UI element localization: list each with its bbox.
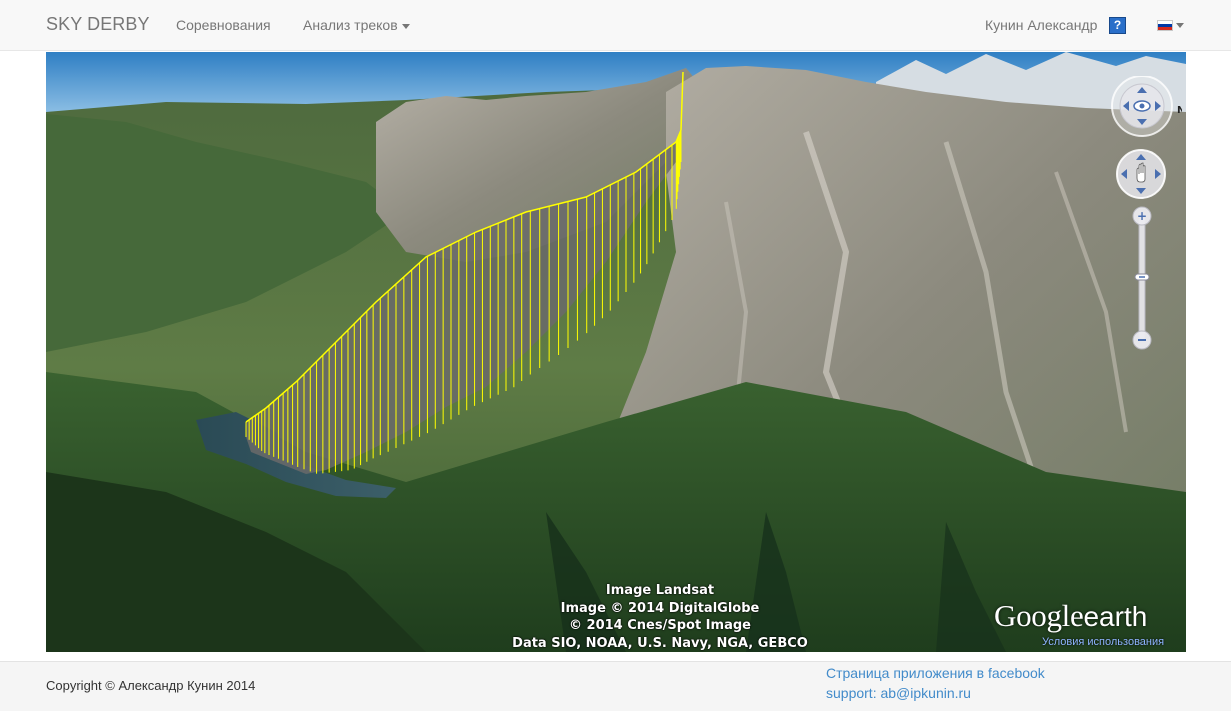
- nav-track-analysis-label: Анализ треков: [303, 17, 398, 33]
- facebook-app-link[interactable]: Страница приложения в facebook: [826, 665, 1045, 681]
- user-name[interactable]: Кунин Александр: [985, 17, 1097, 33]
- terms-of-use-link[interactable]: Условия использования: [1042, 636, 1164, 648]
- nav-track-analysis-dropdown[interactable]: Анализ треков: [303, 17, 410, 33]
- attribution-line: Image © 2014 DigitalGlobe: [560, 600, 760, 616]
- footer: Copyright © Александр Кунин 2014 Страниц…: [0, 661, 1231, 711]
- chevron-down-icon: [1176, 23, 1184, 28]
- svg-text:N: N: [1177, 105, 1182, 116]
- terrain-scene: [46, 52, 1186, 652]
- brand-link[interactable]: SKY DERBY: [46, 14, 150, 35]
- logo-google: Google: [994, 598, 1084, 633]
- google-earth-logo: Googleearth: [994, 598, 1147, 634]
- russian-flag-icon: [1157, 20, 1173, 31]
- attribution-line: Data SIO, NOAA, U.S. Navy, NGA, GEBCO: [512, 635, 808, 651]
- logo-earth: earth: [1083, 601, 1148, 632]
- navbar: SKY DERBY Соревнования Анализ треков Кун…: [0, 0, 1231, 51]
- language-dropdown[interactable]: [1157, 20, 1184, 32]
- help-icon[interactable]: ?: [1109, 17, 1126, 34]
- attribution-line: Image Landsat: [605, 583, 715, 598]
- look-control[interactable]: N: [1104, 76, 1182, 140]
- nav-competitions[interactable]: Соревнования: [176, 17, 271, 33]
- attribution-line: © 2014 Cnes/Spot Image: [569, 618, 751, 633]
- copyright-text: Copyright © Александр Кунин 2014: [46, 678, 256, 693]
- support-email-link[interactable]: support: ab@ipkunin.ru: [826, 685, 971, 701]
- svg-text:+: +: [1137, 209, 1147, 223]
- chevron-down-icon: [401, 23, 410, 29]
- zoom-slider[interactable]: +: [1131, 205, 1153, 351]
- imagery-attribution: Image Landsat Image © 2014 DigitalGlobe …: [470, 582, 850, 652]
- move-control[interactable]: [1115, 148, 1167, 200]
- google-earth-view[interactable]: N + Image Landsat Image © 2014 DigitalGl…: [46, 52, 1186, 652]
